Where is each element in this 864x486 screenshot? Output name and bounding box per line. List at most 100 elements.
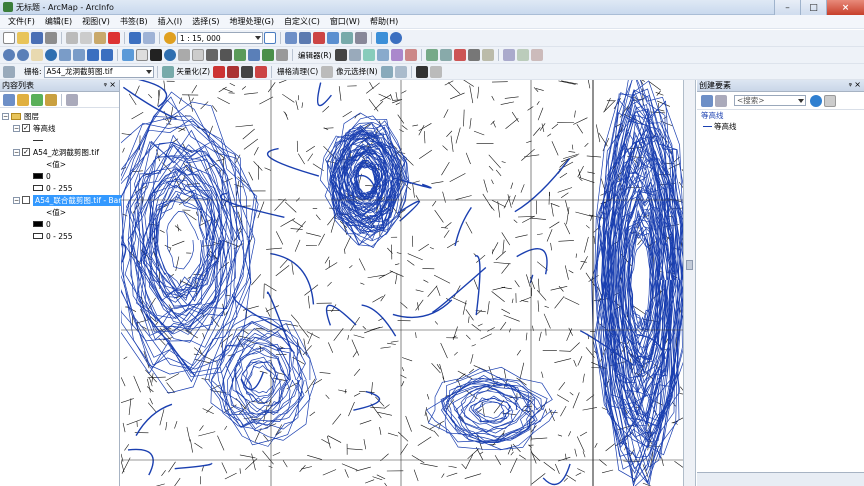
template-group[interactable]: 等高线	[697, 110, 864, 121]
cell-selection-menu[interactable]: 像元选择(N)	[336, 66, 377, 77]
zoom-out-icon[interactable]	[17, 49, 29, 61]
vectorization-trace-icon[interactable]	[227, 65, 240, 78]
raster-snapping-icon[interactable]	[161, 65, 174, 78]
delete-icon[interactable]	[108, 32, 120, 44]
layers-root-row[interactable]: − 图层	[0, 110, 119, 122]
layer-visibility-checkbox[interactable]	[22, 196, 30, 204]
close-icon[interactable]: ×	[854, 80, 861, 89]
cut-icon[interactable]	[66, 32, 78, 44]
menu-edit[interactable]: 编辑(E)	[40, 16, 77, 27]
straight-segment-icon[interactable]	[362, 49, 375, 61]
edit-vertices-icon[interactable]	[425, 49, 438, 61]
menu-selection[interactable]: 选择(S)	[187, 16, 224, 27]
viewer-window-icon[interactable]	[276, 49, 288, 61]
toc-window-icon[interactable]	[299, 32, 311, 44]
attributes-icon[interactable]	[502, 49, 515, 61]
list-by-source-icon[interactable]	[17, 93, 29, 106]
collapse-icon[interactable]: −	[13, 196, 20, 204]
clear-selection-icon[interactable]	[136, 49, 148, 61]
undo-icon[interactable]	[129, 32, 141, 44]
measure-icon[interactable]	[206, 49, 218, 61]
map-canvas[interactable]	[121, 80, 684, 486]
layer-row-joint-raster[interactable]: − A54_联合截剪图.tif - Band	[0, 194, 130, 206]
list-by-selection-icon[interactable]	[45, 93, 57, 106]
layer-row-longdong-raster[interactable]: − ✓ A54_龙洞截剪图.tif	[0, 146, 119, 158]
forward-extent-icon[interactable]	[101, 49, 113, 61]
interactive-selection-icon[interactable]	[380, 65, 393, 78]
layer-visibility-checkbox[interactable]: ✓	[22, 148, 30, 156]
help-icon[interactable]	[390, 32, 402, 44]
generate-features-icon[interactable]	[241, 65, 254, 78]
edit-tool-icon[interactable]	[334, 49, 347, 61]
menu-file[interactable]: 文件(F)	[3, 16, 40, 27]
print-icon[interactable]	[45, 32, 57, 44]
create-features-icon[interactable]	[530, 49, 543, 61]
time-slider-icon[interactable]	[262, 49, 274, 61]
table-icon[interactable]	[285, 32, 297, 44]
zoom-in-icon[interactable]	[3, 49, 15, 61]
raster-linear-intersection-icon[interactable]	[415, 65, 428, 78]
full-extent-icon[interactable]	[45, 49, 57, 61]
identify-icon[interactable]	[164, 49, 176, 61]
menu-bookmarks[interactable]: 书签(B)	[115, 16, 153, 27]
collapse-icon[interactable]: −	[13, 148, 20, 156]
splitter-grip[interactable]	[686, 260, 693, 270]
go-to-xy-icon[interactable]	[248, 49, 260, 61]
find-binoculars-icon[interactable]	[220, 49, 232, 61]
arctoolbox-icon[interactable]	[341, 32, 353, 44]
raster-layer-combo[interactable]: A54_龙洞截剪图.tif	[43, 65, 154, 78]
html-popup-icon[interactable]	[192, 49, 204, 61]
pin-icon[interactable]: ᵠ	[849, 81, 852, 90]
fixed-zoom-in-icon[interactable]	[59, 49, 71, 61]
new-document-icon[interactable]	[3, 32, 15, 44]
fixed-zoom-out-icon[interactable]	[73, 49, 85, 61]
arcscan-icon[interactable]	[3, 65, 15, 78]
reshape-icon[interactable]	[439, 49, 452, 61]
toc-options-icon[interactable]	[66, 93, 78, 106]
template-item[interactable]: 等高线	[697, 121, 864, 132]
search-icon[interactable]	[810, 94, 822, 107]
open-folder-icon[interactable]	[17, 32, 29, 44]
find-route-icon[interactable]	[234, 49, 246, 61]
split-icon[interactable]	[467, 49, 480, 61]
select-connected-cells-icon[interactable]	[394, 65, 407, 78]
pin-icon[interactable]: ᵠ	[104, 81, 107, 90]
cut-polygons-icon[interactable]	[453, 49, 466, 61]
menu-customize[interactable]: 自定义(C)	[279, 16, 325, 27]
menu-view[interactable]: 视图(V)	[77, 16, 115, 27]
list-by-visibility-icon[interactable]	[31, 93, 43, 106]
maximize-button[interactable]: □	[800, 0, 826, 15]
vectorization-settings-icon[interactable]	[213, 65, 226, 78]
layer-visibility-checkbox[interactable]: ✓	[22, 124, 30, 132]
editor-toolbar-icon[interactable]	[264, 32, 276, 44]
raster-options-icon[interactable]	[429, 65, 442, 78]
template-search-input[interactable]: <搜索>	[734, 95, 806, 106]
layer-row-contour[interactable]: − ✓ 等高线	[0, 122, 119, 134]
menu-geoprocessing[interactable]: 地理处理(G)	[225, 16, 279, 27]
copy-icon[interactable]	[80, 32, 92, 44]
add-data-icon[interactable]	[164, 32, 176, 44]
template-options-icon[interactable]	[824, 94, 836, 107]
point-icon[interactable]	[404, 49, 417, 61]
save-icon[interactable]	[31, 32, 43, 44]
list-by-drawing-order-icon[interactable]	[3, 93, 15, 106]
collapse-icon[interactable]: −	[13, 124, 20, 132]
group-templates-icon[interactable]	[701, 94, 713, 107]
collapse-icon[interactable]: −	[2, 112, 9, 120]
model-builder-icon[interactable]	[376, 32, 388, 44]
sketch-properties-icon[interactable]	[516, 49, 529, 61]
select-elements-icon[interactable]	[150, 49, 162, 61]
menu-help[interactable]: 帮助(H)	[365, 16, 403, 27]
end-point-arc-icon[interactable]	[376, 49, 389, 61]
trace-icon[interactable]	[390, 49, 403, 61]
back-extent-icon[interactable]	[87, 49, 99, 61]
raster-painting-icon[interactable]	[321, 65, 334, 78]
select-features-icon[interactable]	[122, 49, 134, 61]
menu-windows[interactable]: 窗口(W)	[325, 16, 365, 27]
close-icon[interactable]: ×	[109, 80, 116, 89]
map-scale-combo[interactable]: 1 : 15, 000	[177, 32, 263, 44]
show-preview-icon[interactable]	[255, 65, 268, 78]
paste-icon[interactable]	[94, 32, 106, 44]
redo-icon[interactable]	[143, 32, 155, 44]
edit-annotation-icon[interactable]	[348, 49, 361, 61]
